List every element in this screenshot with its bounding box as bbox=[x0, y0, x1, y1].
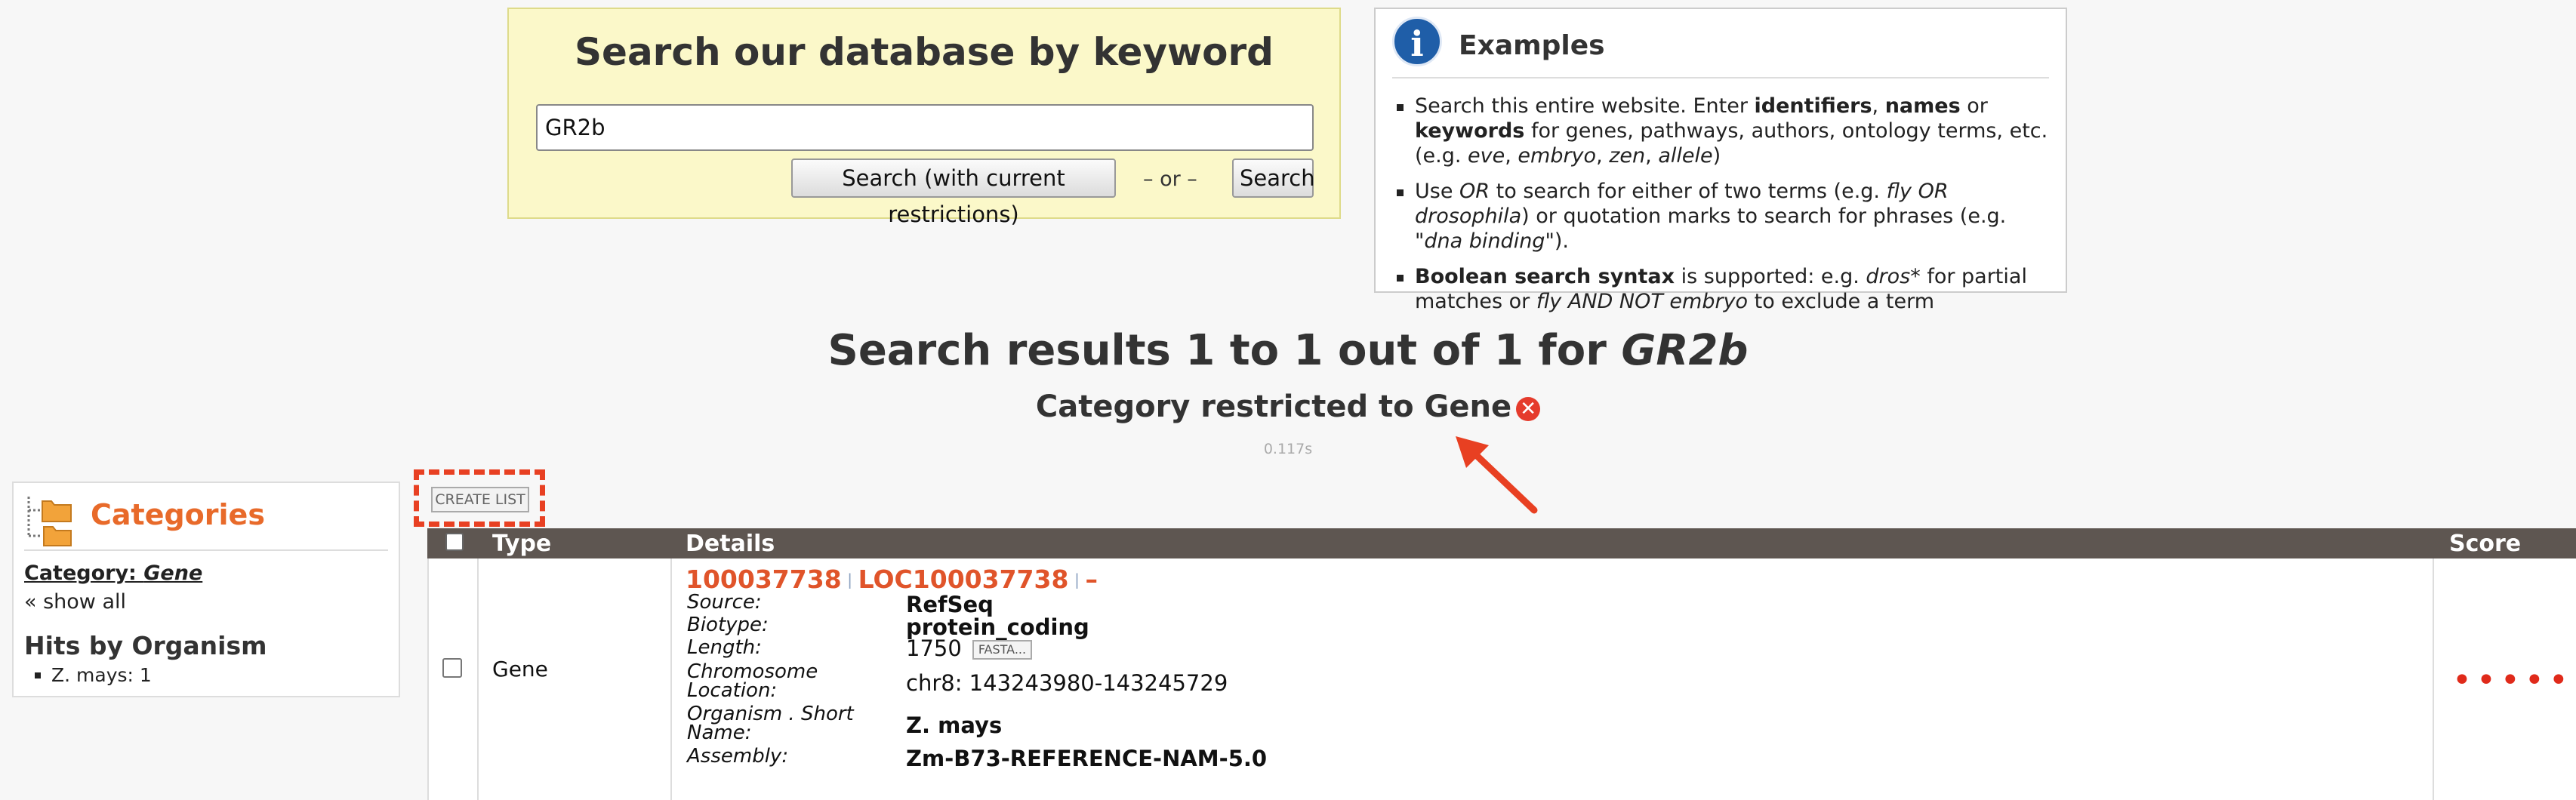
divider bbox=[477, 558, 479, 800]
table-header: Type Details Score bbox=[427, 528, 2576, 558]
divider bbox=[670, 558, 672, 800]
show-all-link[interactable]: « show all bbox=[24, 590, 126, 614]
categories-title: Categories bbox=[91, 498, 265, 531]
score-dots: ••••• bbox=[2452, 661, 2573, 700]
row-type: Gene bbox=[492, 657, 548, 682]
page: Search our database by keyword Search (w… bbox=[0, 0, 2576, 800]
result-id-link[interactable]: 100037738 bbox=[686, 565, 842, 594]
remove-restriction-icon[interactable]: ✕ bbox=[1516, 397, 1541, 421]
source-label: Source: bbox=[687, 591, 762, 614]
example-item: Boolean search syntax is supported: e.g.… bbox=[1395, 264, 2052, 314]
details-column-header: Details bbox=[686, 531, 775, 557]
example-item: Use OR to search for either of two terms… bbox=[1395, 179, 2052, 254]
current-category-prefix: Category: bbox=[24, 562, 144, 585]
results-table: Type Details Score Gene 100037738 | LOC100… bbox=[427, 528, 2576, 800]
row-checkbox[interactable] bbox=[442, 658, 462, 678]
assembly-label: Assembly: bbox=[687, 745, 789, 768]
hits-by-organism-title: Hits by Organism bbox=[24, 631, 267, 660]
results-heading-text: Search results 1 to 1 out of 1 for bbox=[827, 326, 1622, 375]
examples-list: Search this entire website. Enter identi… bbox=[1395, 94, 2052, 325]
divider bbox=[2433, 558, 2434, 800]
score-column-header: Score bbox=[2449, 531, 2522, 557]
examples-title: Examples bbox=[1459, 30, 1605, 61]
result-identifiers: 100037738 | LOC100037738 | – bbox=[686, 565, 1098, 594]
organism-short-name-label: Organism . Short Name: bbox=[687, 703, 854, 744]
results-query: GR2b bbox=[1621, 326, 1749, 375]
search-input[interactable] bbox=[536, 104, 1314, 151]
divider bbox=[1392, 77, 2049, 78]
category-restriction-text: Category restricted to Gene bbox=[1035, 389, 1512, 424]
organism-short-name-value: Z. mays bbox=[906, 712, 1003, 738]
result-symbol-link[interactable]: LOC100037738 bbox=[858, 565, 1069, 594]
category-restriction: Category restricted to Gene ✕ bbox=[0, 389, 2576, 424]
annotation-arrow-icon bbox=[1456, 436, 1538, 514]
select-all-checkbox[interactable] bbox=[445, 533, 464, 551]
result-name-link[interactable]: – bbox=[1085, 565, 1098, 594]
length-field: 1750 FASTA... bbox=[906, 635, 1033, 661]
id-separator: | bbox=[1074, 571, 1080, 589]
examples-panel: i Examples Search this entire website. E… bbox=[1374, 8, 2067, 313]
folder-tree-icon bbox=[27, 497, 72, 546]
chromosome-location-label: Chromosome Location: bbox=[687, 660, 818, 702]
assembly-value: Zm-B73-REFERENCE-NAM-5.0 bbox=[906, 746, 1268, 771]
organism-hit-item[interactable]: Z. mays: 1 bbox=[35, 664, 152, 686]
keyword-search-panel: Search our database by keyword Search (w… bbox=[507, 8, 1341, 227]
current-category-value: Gene bbox=[143, 562, 203, 585]
search-timing: 0.117s bbox=[1263, 441, 1313, 457]
results-heading: Search results 1 to 1 out of 1 for GR2b bbox=[0, 326, 2576, 375]
create-list-highlight: CREATE LIST bbox=[414, 469, 545, 527]
type-column-header: Type bbox=[492, 531, 552, 557]
divider bbox=[24, 549, 388, 551]
biotype-label: Biotype: bbox=[687, 614, 769, 636]
search-with-restrictions-button[interactable]: Search (with current restrictions) bbox=[791, 158, 1116, 227]
create-list-button[interactable]: CREATE LIST bbox=[431, 487, 529, 512]
chromosome-location-value: chr8: 143243980-143245729 bbox=[906, 670, 1228, 696]
search-button[interactable]: Search bbox=[1232, 158, 1315, 198]
info-icon: i bbox=[1392, 17, 1442, 66]
length-label: Length: bbox=[687, 636, 762, 659]
example-item: Search this entire website. Enter identi… bbox=[1395, 94, 2052, 168]
search-title: Search our database by keyword bbox=[575, 30, 1274, 74]
source-value: RefSeq bbox=[906, 592, 994, 617]
or-separator: – or – bbox=[1143, 168, 1197, 191]
id-separator: | bbox=[847, 571, 853, 589]
fasta-button[interactable]: FASTA... bbox=[972, 640, 1033, 660]
length-value: 1750 bbox=[906, 635, 962, 661]
categories-panel: Categories Category: Gene « show all Hit… bbox=[12, 482, 400, 697]
current-category-link[interactable]: Category: Gene bbox=[24, 562, 202, 585]
divider bbox=[427, 558, 429, 800]
